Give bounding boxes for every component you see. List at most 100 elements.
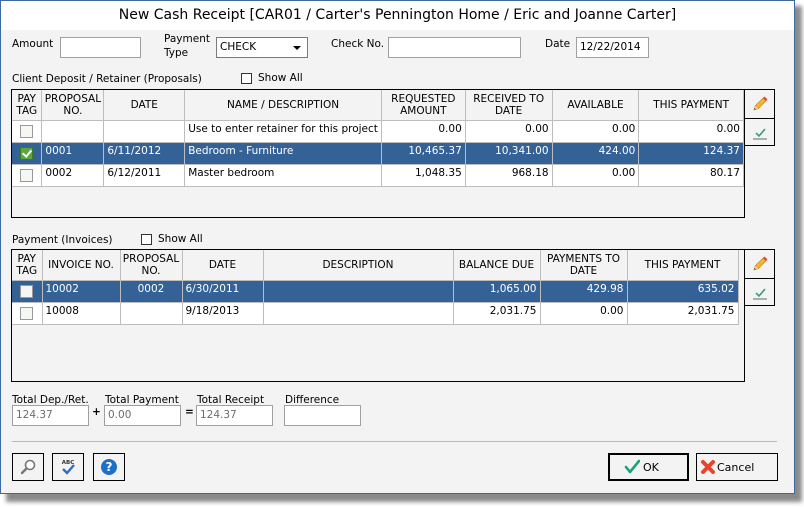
proposal-no-cell[interactable] bbox=[120, 302, 183, 325]
ok-button[interactable]: OK bbox=[608, 453, 689, 481]
pencil-icon bbox=[753, 96, 767, 111]
header-line-1: PAY bbox=[17, 253, 36, 265]
header-line-1: THIS PAYMENT bbox=[644, 259, 721, 271]
table-row[interactable]: 0002 6/12/2011 Master bedroom 1,048.35 968.1… bbox=[12, 164, 744, 187]
proposal-no-cell[interactable]: 0002 bbox=[120, 280, 183, 303]
header-line-1: PROPOSAL bbox=[122, 253, 180, 265]
description-cell[interactable]: Master bedroom bbox=[184, 164, 382, 187]
invoices-column-header[interactable]: THIS PAYMENT bbox=[627, 250, 739, 281]
header-line-1: DATE bbox=[208, 259, 237, 271]
invoices-column-header[interactable]: PAYMENTS TO DATE bbox=[540, 250, 628, 281]
checkmark-icon bbox=[752, 288, 767, 300]
payment-type-label-2: Type bbox=[164, 47, 189, 59]
invoices-column-header[interactable]: PAY TAG bbox=[12, 250, 43, 281]
amount-input[interactable] bbox=[60, 37, 141, 58]
deposits-show-all-label: Show All bbox=[258, 72, 303, 84]
invoices-apply-button[interactable] bbox=[745, 278, 774, 307]
invoice-no-cell[interactable]: 10008 bbox=[42, 302, 121, 325]
cancel-button[interactable]: Cancel bbox=[696, 453, 778, 481]
table-row[interactable]: 0001 6/11/2012 Bedroom - Furniture 10,465.3… bbox=[12, 142, 744, 165]
table-row[interactable]: 10008 9/18/2013 2,031.75 0.00 2,031.75 bbox=[12, 302, 739, 325]
header-line-1: PAY bbox=[17, 93, 36, 105]
available-cell[interactable]: 0.00 bbox=[552, 164, 640, 187]
proposal-no-cell[interactable] bbox=[41, 120, 105, 143]
pay-tag-checkbox[interactable] bbox=[20, 307, 34, 320]
received-to-date-cell[interactable]: 10,341.00 bbox=[465, 142, 553, 165]
payments-to-date-cell[interactable]: 429.98 bbox=[540, 280, 628, 303]
cash-receipt-dialog: New Cash Receipt [CAR01 / Carter's Penni… bbox=[0, 0, 795, 494]
date-cell[interactable]: 6/12/2011 bbox=[103, 164, 186, 187]
invoices-column-header[interactable]: DESCRIPTION bbox=[263, 250, 454, 281]
deposits-column-header[interactable]: AVAILABLE bbox=[552, 90, 640, 121]
this-payment-cell[interactable]: 635.02 bbox=[627, 280, 739, 303]
date-cell[interactable]: 6/30/2011 bbox=[182, 280, 264, 303]
invoices-show-all-checkbox[interactable] bbox=[141, 234, 152, 245]
received-to-date-cell[interactable]: 0.00 bbox=[465, 120, 553, 143]
deposits-column-header[interactable]: DATE bbox=[103, 90, 186, 121]
deposits-edit-button[interactable] bbox=[745, 90, 774, 118]
requested-amount-cell[interactable]: 0.00 bbox=[381, 120, 466, 143]
requested-amount-cell[interactable]: 10,465.37 bbox=[381, 142, 466, 165]
header-line-1: INVOICE NO. bbox=[48, 259, 114, 271]
search-button[interactable] bbox=[12, 453, 44, 481]
deposits-column-header[interactable]: PROPOSAL NO. bbox=[41, 90, 105, 121]
invoices-column-header[interactable]: INVOICE NO. bbox=[42, 250, 121, 281]
available-cell[interactable]: 424.00 bbox=[552, 142, 640, 165]
footer-divider bbox=[12, 441, 777, 442]
pay-tag-checkbox[interactable] bbox=[20, 285, 34, 298]
description-cell[interactable] bbox=[263, 302, 454, 325]
invoice-no-cell[interactable]: 10002 bbox=[42, 280, 121, 303]
description-cell[interactable]: Bedroom - Furniture bbox=[184, 142, 382, 165]
payments-to-date-cell[interactable]: 0.00 bbox=[540, 302, 628, 325]
invoices-section-label: Payment (Invoices) bbox=[12, 234, 113, 246]
invoices-column-header[interactable]: DATE bbox=[182, 250, 264, 281]
balance-due-cell[interactable]: 2,031.75 bbox=[453, 302, 541, 325]
this-payment-cell[interactable]: 124.37 bbox=[638, 142, 744, 165]
this-payment-cell[interactable]: 2,031.75 bbox=[627, 302, 739, 325]
available-cell[interactable]: 0.00 bbox=[552, 120, 640, 143]
deposits-column-header[interactable]: RECEIVED TO DATE bbox=[465, 90, 553, 121]
proposal-no-cell[interactable]: 0002 bbox=[41, 164, 105, 187]
deposits-apply-button[interactable] bbox=[745, 118, 774, 147]
this-payment-cell[interactable]: 80.17 bbox=[638, 164, 744, 187]
requested-amount-cell[interactable]: 1,048.35 bbox=[381, 164, 466, 187]
deposits-column-header[interactable]: PAY TAG bbox=[12, 90, 43, 121]
this-payment-cell[interactable]: 0.00 bbox=[638, 120, 744, 143]
deposits-show-all-checkbox[interactable] bbox=[241, 73, 252, 84]
help-button[interactable]: ? bbox=[93, 453, 125, 481]
total-payment-field: 0.00 bbox=[104, 405, 181, 426]
invoices-column-header[interactable]: BALANCE DUE bbox=[453, 250, 541, 281]
ok-label: OK bbox=[643, 460, 659, 474]
check-no-input[interactable] bbox=[388, 37, 521, 58]
spellcheck-button[interactable]: ABC bbox=[52, 453, 84, 481]
payment-type-select[interactable]: CHECK bbox=[216, 37, 308, 58]
date-cell[interactable]: 6/11/2012 bbox=[103, 142, 186, 165]
cancel-label: Cancel bbox=[717, 460, 755, 474]
date-input[interactable]: 12/22/2014 bbox=[576, 37, 649, 58]
pay-tag-cell bbox=[12, 164, 43, 187]
chevron-down-icon bbox=[293, 46, 301, 50]
header-line-1: DATE bbox=[130, 99, 158, 111]
deposits-column-header[interactable]: NAME / DESCRIPTION bbox=[184, 90, 382, 121]
date-cell[interactable] bbox=[103, 120, 186, 143]
table-row[interactable]: 10002 0002 6/30/2011 1,065.00 429.98 635.02 bbox=[12, 280, 739, 303]
description-cell[interactable]: Use to enter retainer for this project bbox=[184, 120, 382, 143]
received-to-date-cell[interactable]: 968.18 bbox=[465, 164, 553, 187]
deposits-column-header[interactable]: REQUESTED AMOUNT bbox=[381, 90, 466, 121]
invoices-edit-button[interactable] bbox=[745, 250, 774, 278]
header-line-2: TAG bbox=[16, 105, 38, 117]
checkmark-icon bbox=[624, 459, 640, 474]
description-cell[interactable] bbox=[263, 280, 454, 303]
balance-due-cell[interactable]: 1,065.00 bbox=[453, 280, 541, 303]
deposits-grid: PAY TAG PROPOSAL NO. DATE NAME / DESCRIPTION R… bbox=[11, 89, 745, 218]
invoices-column-header[interactable]: PROPOSAL NO. bbox=[120, 250, 183, 281]
date-cell[interactable]: 9/18/2013 bbox=[182, 302, 264, 325]
pay-tag-checkbox[interactable] bbox=[20, 125, 34, 138]
date-label: Date bbox=[545, 38, 571, 50]
deposits-column-header[interactable]: THIS PAYMENT bbox=[638, 90, 744, 121]
proposal-no-cell[interactable]: 0001 bbox=[41, 142, 105, 165]
table-row[interactable]: Use to enter retainer for this project 0.… bbox=[12, 120, 744, 143]
pay-tag-checkbox[interactable] bbox=[20, 147, 34, 160]
pay-tag-checkbox[interactable] bbox=[20, 169, 34, 182]
invoices-side-toolbar bbox=[744, 249, 775, 306]
